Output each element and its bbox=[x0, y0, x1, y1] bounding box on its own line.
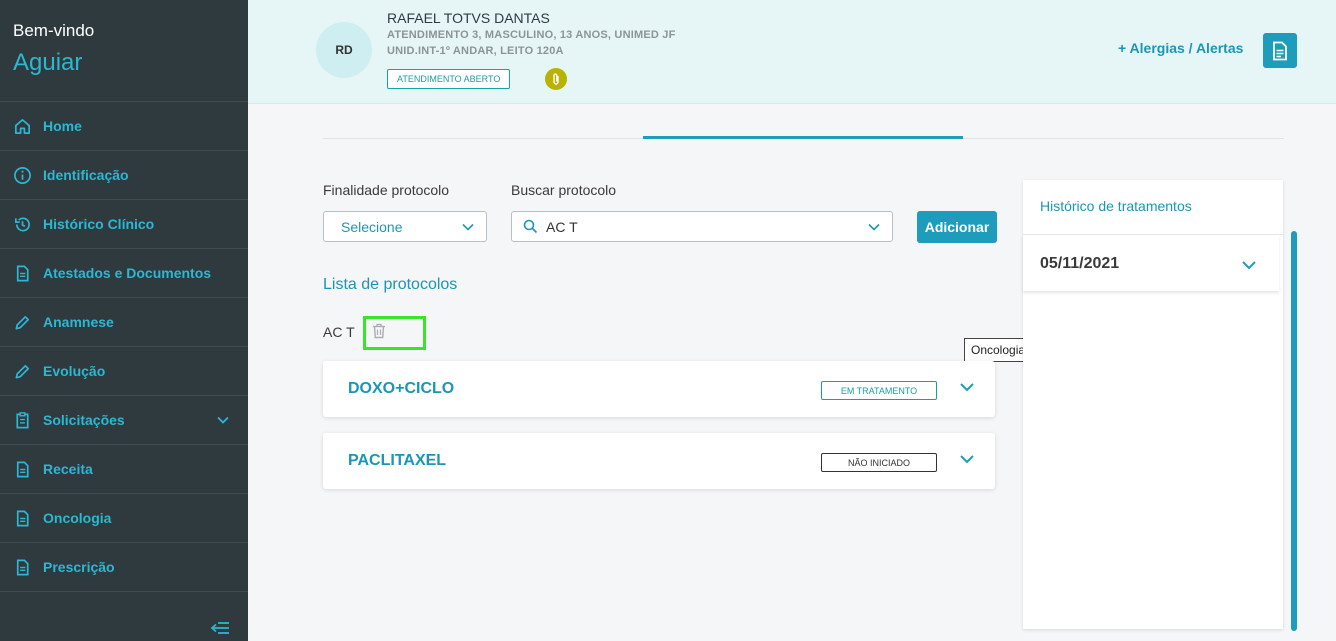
sidebar-item-receita[interactable]: Receita bbox=[0, 445, 248, 494]
chevron-down-icon[interactable] bbox=[959, 381, 975, 393]
search-value: AC T bbox=[546, 218, 578, 235]
status-badge: NÃO INICIADO bbox=[821, 453, 937, 472]
sidebar-item-label: Histórico Clínico bbox=[43, 216, 155, 232]
add-button[interactable]: Adicionar bbox=[917, 211, 997, 243]
sidebar-item-historico[interactable]: Histórico Clínico bbox=[0, 200, 248, 249]
sidebar-item-prescricao[interactable]: Prescrição bbox=[0, 543, 248, 592]
sidebar-item-label: Prescrição bbox=[43, 559, 115, 575]
collapse-sidebar-icon[interactable] bbox=[210, 619, 230, 637]
status-badge: ATENDIMENTO ABERTO bbox=[387, 69, 511, 89]
info-icon bbox=[12, 165, 32, 185]
patient-info: ATENDIMENTO 3, MASCULINO, 13 ANOS, UNIME… bbox=[387, 29, 676, 41]
search-icon bbox=[523, 219, 538, 234]
scrollbar[interactable] bbox=[1291, 231, 1297, 631]
chevron-down-icon[interactable] bbox=[216, 413, 230, 427]
sidebar-item-label: Atestados e Documentos bbox=[43, 265, 212, 281]
sidebar-item-label: Oncologia bbox=[43, 510, 112, 526]
sidebar-item-evolucao[interactable]: Evolução bbox=[0, 347, 248, 396]
protocol-card[interactable]: DOXO+CICLO EM TRATAMENTO bbox=[323, 361, 995, 417]
chevron-down-icon[interactable] bbox=[1241, 259, 1257, 271]
protocol-group-name: AC T bbox=[323, 324, 355, 340]
sidebar: Bem-vindo Aguiar Home Identificação Hist… bbox=[0, 0, 248, 641]
trash-icon[interactable] bbox=[372, 323, 386, 339]
document-icon bbox=[1273, 41, 1287, 60]
history-title: Histórico de tratamentos bbox=[1040, 198, 1192, 214]
avatar: RD bbox=[316, 22, 372, 78]
chevron-down-icon bbox=[462, 223, 474, 231]
patient-header: RD RAFAEL TOTVS DANTAS ATENDIMENTO 3, MA… bbox=[248, 0, 1336, 104]
document-icon bbox=[12, 508, 32, 528]
protocol-name: DOXO+CICLO bbox=[348, 380, 455, 397]
history-item[interactable]: 05/11/2021 bbox=[1023, 235, 1279, 291]
history-icon bbox=[12, 214, 32, 234]
protocol-list-title: Lista de protocolos bbox=[323, 276, 458, 293]
document-icon bbox=[12, 263, 32, 283]
sidebar-item-anamnese[interactable]: Anamnese bbox=[0, 298, 248, 347]
sidebar-menu: Home Identificação Histórico Clínico Ate… bbox=[0, 101, 248, 592]
chevron-down-icon bbox=[868, 223, 880, 231]
sidebar-item-oncologia[interactable]: Oncologia bbox=[0, 494, 248, 543]
home-icon bbox=[12, 116, 32, 136]
status-badge: EM TRATAMENTO bbox=[821, 381, 937, 400]
document-icon bbox=[12, 459, 32, 479]
patient-location: UNID.INT-1º ANDAR, LEITO 120A bbox=[387, 45, 564, 57]
sidebar-item-label: Solicitações bbox=[43, 412, 125, 428]
sidebar-item-label: Receita bbox=[43, 461, 93, 477]
sidebar-item-label: Identificação bbox=[43, 167, 129, 183]
sidebar-item-home[interactable]: Home bbox=[0, 102, 248, 151]
sidebar-item-label: Evolução bbox=[43, 363, 106, 379]
protocol-name: PACLITAXEL bbox=[348, 452, 447, 469]
sidebar-item-label: Anamnese bbox=[43, 314, 114, 330]
tooltip: Oncologia bbox=[964, 338, 1033, 362]
search-protocol-input[interactable]: AC T bbox=[511, 211, 893, 242]
finalidade-label: Finalidade protocolo bbox=[323, 182, 450, 198]
treatment-history-panel: Histórico de tratamentos 05/11/2021 bbox=[1023, 180, 1283, 629]
protocol-card[interactable]: PACLITAXEL NÃO INICIADO bbox=[323, 433, 995, 489]
sidebar-item-identificacao[interactable]: Identificação bbox=[0, 151, 248, 200]
tab-active-indicator bbox=[643, 136, 963, 139]
sidebar-item-solicitacoes[interactable]: Solicitações bbox=[0, 396, 248, 445]
history-date: 05/11/2021 bbox=[1040, 255, 1120, 272]
chevron-down-icon[interactable] bbox=[959, 453, 975, 465]
sidebar-item-atestados[interactable]: Atestados e Documentos bbox=[0, 249, 248, 298]
document-button[interactable] bbox=[1263, 33, 1297, 68]
pencil-icon bbox=[12, 361, 32, 381]
finalidade-select[interactable]: Selecione bbox=[323, 211, 487, 242]
clipboard-icon bbox=[12, 410, 32, 430]
document-icon bbox=[12, 557, 32, 577]
welcome-text: Bem-vindo bbox=[13, 21, 95, 40]
paperclip-icon[interactable] bbox=[545, 68, 567, 90]
patient-name: RAFAEL TOTVS DANTAS bbox=[387, 10, 550, 26]
pencil-icon bbox=[12, 312, 32, 332]
allergies-alerts-link[interactable]: + Alergias / Alertas bbox=[1118, 40, 1243, 56]
finalidade-value: Selecione bbox=[341, 218, 403, 235]
sidebar-item-label: Home bbox=[43, 118, 82, 134]
buscar-label: Buscar protocolo bbox=[511, 182, 617, 198]
user-name: Aguiar bbox=[13, 49, 83, 76]
